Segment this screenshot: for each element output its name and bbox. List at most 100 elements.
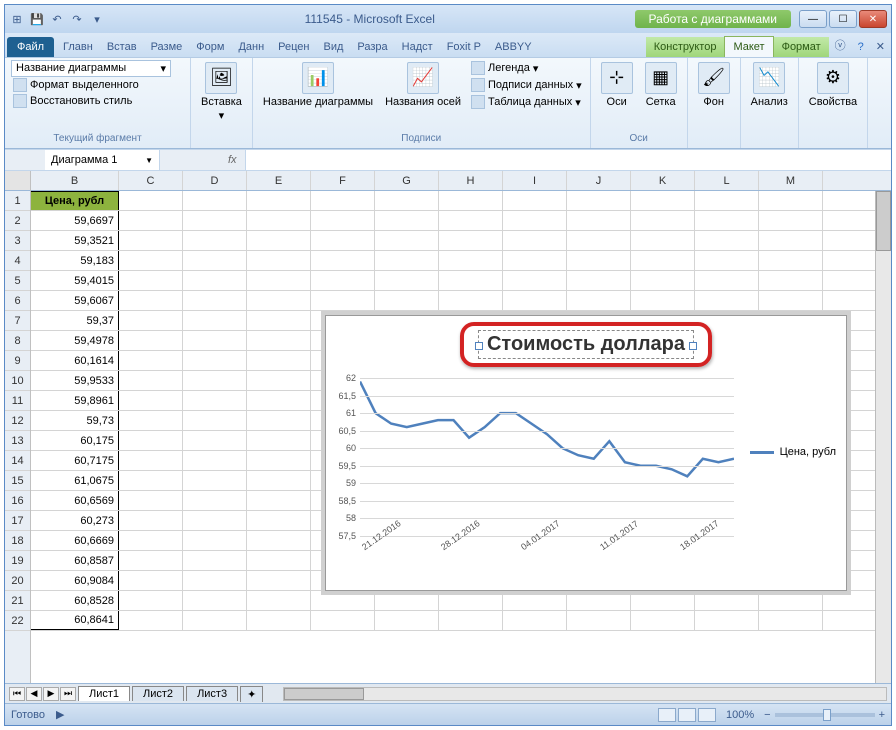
zoom-level[interactable]: 100% bbox=[726, 709, 754, 721]
data-cell[interactable]: 59,9533 bbox=[31, 371, 119, 390]
plot-area[interactable] bbox=[360, 378, 734, 536]
column-header[interactable]: L bbox=[695, 171, 759, 190]
close-button[interactable]: ✕ bbox=[859, 10, 887, 28]
data-cell[interactable]: 59,3521 bbox=[31, 231, 119, 250]
row-header[interactable]: 9 bbox=[5, 351, 30, 371]
data-cell[interactable]: 60,1614 bbox=[31, 351, 119, 370]
vertical-scrollbar[interactable] bbox=[875, 191, 891, 683]
sheet-tab[interactable]: Лист1 bbox=[78, 686, 130, 701]
scrollbar-thumb[interactable] bbox=[284, 688, 364, 700]
tab-chart-format[interactable]: Формат bbox=[774, 37, 829, 57]
column-header[interactable]: B bbox=[31, 171, 119, 190]
new-sheet-button[interactable]: ✦ bbox=[240, 686, 263, 702]
tab-data[interactable]: Данн bbox=[231, 36, 271, 57]
save-icon[interactable]: 💾 bbox=[29, 11, 45, 27]
tab-home[interactable]: Главн bbox=[56, 36, 100, 57]
column-header[interactable]: J bbox=[567, 171, 631, 190]
formula-input[interactable] bbox=[245, 150, 891, 170]
legend-button[interactable]: Легенда ▾ bbox=[469, 60, 584, 76]
column-header[interactable]: E bbox=[247, 171, 311, 190]
axis-titles-button[interactable]: 📈Названия осей bbox=[381, 60, 465, 110]
ribbon-minimize-icon[interactable]: ⓥ bbox=[829, 33, 852, 57]
row-header[interactable]: 8 bbox=[5, 331, 30, 351]
row-header[interactable]: 12 bbox=[5, 411, 30, 431]
row-header[interactable]: 3 bbox=[5, 231, 30, 251]
data-cell[interactable]: 59,73 bbox=[31, 411, 119, 430]
insert-button[interactable]: 🖼Вставка▾ bbox=[197, 60, 246, 124]
chart-title-button[interactable]: 📊Название диаграммы bbox=[259, 60, 377, 110]
zoom-thumb[interactable] bbox=[823, 709, 831, 721]
column-header[interactable]: F bbox=[311, 171, 375, 190]
data-cell[interactable]: 60,7175 bbox=[31, 451, 119, 470]
data-cell[interactable]: 60,6669 bbox=[31, 531, 119, 550]
data-cell[interactable]: 59,183 bbox=[31, 251, 119, 270]
row-header[interactable]: 10 bbox=[5, 371, 30, 391]
sheet-tab[interactable]: Лист3 bbox=[186, 686, 238, 701]
row-header[interactable]: 14 bbox=[5, 451, 30, 471]
file-tab[interactable]: Файл bbox=[7, 37, 54, 57]
format-selection-button[interactable]: Формат выделенного bbox=[11, 77, 184, 93]
chart-title-selection[interactable]: Стоимость доллара bbox=[478, 330, 694, 359]
column-header[interactable]: M bbox=[759, 171, 823, 190]
header-cell[interactable]: Цена, рубл bbox=[31, 191, 119, 210]
page-layout-button[interactable] bbox=[678, 708, 696, 722]
zoom-out-button[interactable]: − bbox=[764, 709, 770, 721]
data-cell[interactable]: 60,8587 bbox=[31, 551, 119, 570]
column-header[interactable]: G bbox=[375, 171, 439, 190]
reset-style-button[interactable]: Восстановить стиль bbox=[11, 93, 184, 109]
data-cell[interactable]: 60,175 bbox=[31, 431, 119, 450]
row-header[interactable]: 20 bbox=[5, 571, 30, 591]
row-header[interactable]: 5 bbox=[5, 271, 30, 291]
row-header[interactable]: 1 bbox=[5, 191, 30, 211]
normal-view-button[interactable] bbox=[658, 708, 676, 722]
maximize-button[interactable]: ☐ bbox=[829, 10, 857, 28]
sheet-nav-first[interactable]: ⏮ bbox=[9, 687, 25, 701]
tab-chart-design[interactable]: Конструктор bbox=[646, 37, 725, 57]
row-header[interactable]: 22 bbox=[5, 611, 30, 631]
tab-review[interactable]: Рецен bbox=[271, 36, 316, 57]
data-table-button[interactable]: Таблица данных ▾ bbox=[469, 94, 584, 110]
row-header[interactable]: 2 bbox=[5, 211, 30, 231]
data-cell[interactable]: 59,6067 bbox=[31, 291, 119, 310]
data-labels-button[interactable]: Подписи данных ▾ bbox=[469, 77, 584, 93]
row-header[interactable]: 7 bbox=[5, 311, 30, 331]
tab-abbyy[interactable]: ABBYY bbox=[488, 36, 539, 57]
excel-icon[interactable]: ⊞ bbox=[9, 11, 25, 27]
zoom-slider[interactable] bbox=[775, 713, 875, 717]
macro-icon[interactable]: ▶ bbox=[56, 709, 64, 721]
data-cell[interactable]: 61,0675 bbox=[31, 471, 119, 490]
chart-element-selector[interactable]: Название диаграммы▾ bbox=[11, 60, 171, 77]
select-all-corner[interactable] bbox=[5, 171, 30, 191]
tab-developer[interactable]: Разра bbox=[350, 36, 394, 57]
tab-view[interactable]: Вид bbox=[317, 36, 351, 57]
data-cell[interactable]: 60,8528 bbox=[31, 591, 119, 610]
data-cell[interactable]: 59,37 bbox=[31, 311, 119, 330]
sheet-nav-last[interactable]: ⏭ bbox=[60, 687, 76, 701]
zoom-in-button[interactable]: + bbox=[879, 709, 885, 721]
tab-insert[interactable]: Встав bbox=[100, 36, 144, 57]
chart-legend[interactable]: Цена, рубл bbox=[750, 446, 836, 458]
gridlines-button[interactable]: ▦Сетка bbox=[641, 60, 681, 110]
scrollbar-thumb[interactable] bbox=[876, 191, 891, 251]
minimize-button[interactable]: — bbox=[799, 10, 827, 28]
column-header[interactable]: K bbox=[631, 171, 695, 190]
axes-button[interactable]: ⊹Оси bbox=[597, 60, 637, 110]
analysis-button[interactable]: 📉Анализ bbox=[747, 60, 792, 110]
row-header[interactable]: 19 bbox=[5, 551, 30, 571]
data-cell[interactable]: 60,8641 bbox=[31, 611, 119, 630]
row-header[interactable]: 21 bbox=[5, 591, 30, 611]
doc-close-icon[interactable]: ✕ bbox=[870, 36, 891, 57]
page-break-button[interactable] bbox=[698, 708, 716, 722]
horizontal-scrollbar[interactable] bbox=[283, 687, 887, 701]
data-cell[interactable]: 59,4015 bbox=[31, 271, 119, 290]
redo-icon[interactable]: ↷ bbox=[69, 11, 85, 27]
data-cell[interactable]: 60,273 bbox=[31, 511, 119, 530]
data-cell[interactable]: 59,8961 bbox=[31, 391, 119, 410]
worksheet-grid[interactable]: 12345678910111213141516171819202122 BCDE… bbox=[5, 171, 891, 683]
tab-foxit[interactable]: Foxit P bbox=[440, 36, 488, 57]
qat-dropdown-icon[interactable]: ▾ bbox=[89, 11, 105, 27]
column-header[interactable]: D bbox=[183, 171, 247, 190]
tab-addins[interactable]: Надст bbox=[395, 36, 440, 57]
undo-icon[interactable]: ↶ bbox=[49, 11, 65, 27]
row-header[interactable]: 15 bbox=[5, 471, 30, 491]
